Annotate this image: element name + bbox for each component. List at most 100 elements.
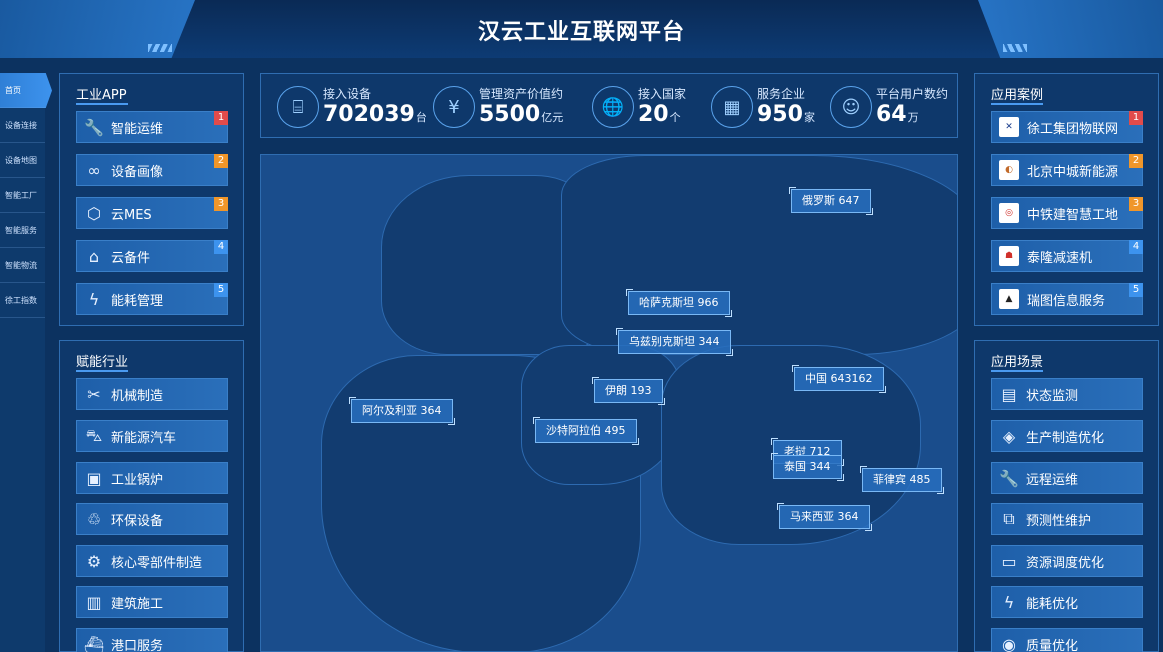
nav-item-device-map[interactable]: 设备地图 <box>0 143 45 178</box>
scenario-label: 质量优化 <box>1026 638 1079 652</box>
case-button-crcc[interactable]: ◎ 中铁建智慧工地 3 <box>991 197 1143 229</box>
ship-icon: ⛴ <box>83 634 105 652</box>
monitor-icon: ▤ <box>1001 384 1017 404</box>
header-bar: 汉云工业互联网平台 <box>0 0 1163 58</box>
scenario-button-remote-maintenance[interactable]: 🔧 远程运维 <box>991 462 1143 494</box>
case-button-ruitu[interactable]: ▲ 瑞图信息服务 5 <box>991 283 1143 315</box>
stat-label: 接入设备 <box>323 87 372 101</box>
router-icon: ⌸ <box>277 86 319 128</box>
industry-button-machinery[interactable]: ✂ 机械制造 <box>76 378 228 410</box>
badge: 4 <box>1129 240 1143 254</box>
app-label: 云MES <box>111 207 152 223</box>
case-button-tailong[interactable]: ☗ 泰隆减速机 4 <box>991 240 1143 272</box>
industries-panel: 赋能行业 ✂ 机械制造 ⛍ 新能源汽车 ▣ 工业锅炉 ♲ 环保设备 ⚙ 核心零部… <box>59 340 244 652</box>
industry-button-port[interactable]: ⛴ 港口服务 <box>76 628 228 652</box>
chart-icon: ⧉ <box>1003 509 1015 528</box>
hexagon-gear-icon: ⬡ <box>87 203 101 223</box>
scenario-button-predictive-maintenance[interactable]: ⧉ 预测性维护 <box>991 503 1143 535</box>
scenario-button-status-monitoring[interactable]: ▤ 状态监测 <box>991 378 1143 410</box>
scenario-label: 资源调度优化 <box>1026 555 1105 571</box>
scenario-button-energy-optimization[interactable]: ϟ 能耗优化 <box>991 586 1143 618</box>
wrench-icon: 🔧 <box>84 117 104 137</box>
industry-button-environmental[interactable]: ♲ 环保设备 <box>76 503 228 535</box>
boiler-icon: ▣ <box>86 468 102 488</box>
tailong-logo-icon: ☗ <box>999 246 1019 266</box>
stat-unit: 家 <box>803 111 815 124</box>
case-button-xcmg[interactable]: ✕ 徐工集团物联网 1 <box>991 111 1143 143</box>
xcmg-logo-icon: ✕ <box>999 117 1019 137</box>
app-button-cloud-mes[interactable]: ⬡ 云MES 3 <box>76 197 228 229</box>
industry-label: 机械制造 <box>111 388 164 404</box>
map-tag-china[interactable]: 中国 643162 <box>792 365 885 393</box>
app-button-energy-management[interactable]: ϟ 能耗管理 5 <box>76 283 228 315</box>
nav-item-smart-service[interactable]: 智能服务 <box>0 213 45 248</box>
stat-countries: 🌐 接入国家 20个 <box>584 82 714 132</box>
industry-button-core-parts[interactable]: ⚙ 核心零部件制造 <box>76 545 228 577</box>
scenario-button-production-optimization[interactable]: ◈ 生产制造优化 <box>991 420 1143 452</box>
building-icon: ▥ <box>86 592 102 612</box>
industry-button-construction[interactable]: ▥ 建筑施工 <box>76 586 228 618</box>
industry-button-boiler[interactable]: ▣ 工业锅炉 <box>76 462 228 494</box>
badge: 2 <box>1129 154 1143 168</box>
stat-value-wrap: 702039台 <box>323 102 427 127</box>
stat-value-wrap: 64万 <box>876 102 919 127</box>
badge: 3 <box>1129 197 1143 211</box>
app-label: 智能运维 <box>111 121 164 137</box>
app-button-device-profile[interactable]: ∞ 设备画像 2 <box>76 154 228 186</box>
map-tag-kazakhstan[interactable]: 哈萨克斯坦 966 <box>626 289 731 317</box>
stat-value: 20 <box>638 102 669 127</box>
lightning-icon: ϟ <box>1003 592 1015 612</box>
wrench-icon: 🔧 <box>999 468 1019 488</box>
app-button-cloud-spare-parts[interactable]: ⌂ 云备件 4 <box>76 240 228 272</box>
world-map[interactable]: 俄罗斯 647 哈萨克斯坦 966 乌兹别克斯坦 344 伊朗 193 中国 6… <box>260 154 958 652</box>
app-label: 能耗管理 <box>111 293 164 309</box>
land-middle-east <box>521 345 681 485</box>
badge: 2 <box>214 154 228 168</box>
page-title: 汉云工业互联网平台 <box>477 20 685 45</box>
case-button-zhongcheng[interactable]: ◐ 北京中城新能源 2 <box>991 154 1143 186</box>
car-icon: ⛍ <box>85 425 103 445</box>
badge: 3 <box>214 197 228 211</box>
case-label: 中铁建智慧工地 <box>1027 207 1119 223</box>
map-tag-algeria[interactable]: 阿尔及利亚 364 <box>349 397 454 425</box>
badge: 1 <box>214 111 228 125</box>
scenario-label: 预测性维护 <box>1026 513 1092 529</box>
nav-item-device-connect[interactable]: 设备连接 <box>0 108 45 143</box>
scenarios-title: 应用场景 <box>991 351 1044 372</box>
cases-panel: 应用案例 ✕ 徐工集团物联网 1 ◐ 北京中城新能源 2 ◎ 中铁建智慧工地 3… <box>974 73 1159 326</box>
nav-item-smart-logistics[interactable]: 智能物流 <box>0 248 45 283</box>
industrial-app-title: 工业APP <box>76 84 128 105</box>
scenario-button-quality-optimization[interactable]: ◉ 质量优化 <box>991 628 1143 652</box>
nav-item-xcmg-index[interactable]: 徐工指数 <box>0 283 45 318</box>
map-tag-saudi-arabia[interactable]: 沙特阿拉伯 495 <box>533 417 638 445</box>
map-tag-iran[interactable]: 伊朗 193 <box>592 377 664 405</box>
globe-icon: 🌐 <box>592 86 634 128</box>
stat-unit: 亿元 <box>541 111 564 124</box>
stat-unit: 个 <box>669 111 681 124</box>
nav-item-smart-factory[interactable]: 智能工厂 <box>0 178 45 213</box>
industry-label: 新能源汽车 <box>111 430 177 446</box>
case-label: 徐工集团物联网 <box>1027 121 1119 137</box>
map-tag-uzbekistan[interactable]: 乌兹别克斯坦 344 <box>616 328 732 356</box>
app-label: 云备件 <box>111 250 151 266</box>
stat-value-wrap: 950家 <box>757 102 815 127</box>
stat-devices: ⌸ 接入设备 702039台 <box>269 82 427 132</box>
stat-value: 702039 <box>323 102 415 127</box>
stat-value-wrap: 20个 <box>638 102 681 127</box>
folder-icon: ▭ <box>1001 551 1017 571</box>
map-tag-russia[interactable]: 俄罗斯 647 <box>789 187 872 215</box>
map-tag-malaysia[interactable]: 马来西亚 364 <box>777 503 871 531</box>
industry-label: 核心零部件制造 <box>111 555 203 571</box>
layers-icon: ◈ <box>1002 426 1016 446</box>
scenario-button-resource-scheduling[interactable]: ▭ 资源调度优化 <box>991 545 1143 577</box>
stat-value: 950 <box>757 102 803 127</box>
industry-button-ev[interactable]: ⛍ 新能源汽车 <box>76 420 228 452</box>
tools-icon: ✂ <box>87 384 101 404</box>
map-tag-thailand[interactable]: 泰国 344 <box>771 453 843 481</box>
app-button-smart-maintenance[interactable]: 🔧 智能运维 1 <box>76 111 228 143</box>
map-tag-philippines[interactable]: 菲律宾 485 <box>860 466 943 494</box>
recycle-icon: ♲ <box>86 509 102 529</box>
nav-item-home[interactable]: 首页 <box>0 73 52 108</box>
scenario-label: 远程运维 <box>1026 472 1079 488</box>
stat-value-wrap: 5500亿元 <box>479 102 563 127</box>
